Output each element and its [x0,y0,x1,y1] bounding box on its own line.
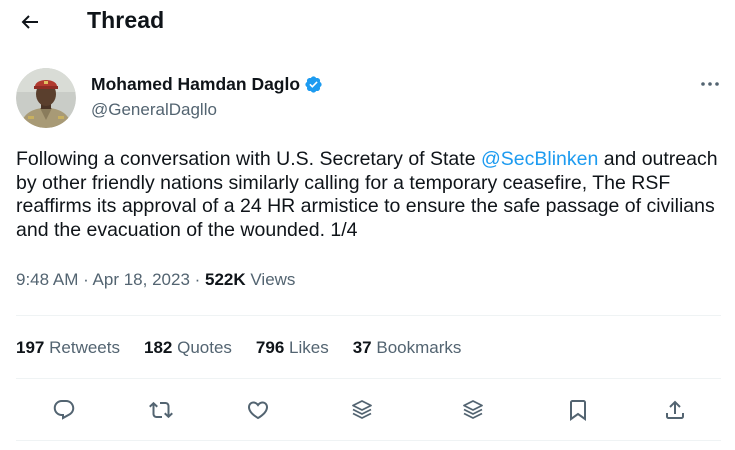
stat-label: Quotes [177,338,232,357]
stat-count: 182 [143,338,173,357]
bookmark-icon [570,400,586,421]
tweet-author: Mohamed Hamdan Daglo @GeneralDagllo [16,68,721,130]
layers-button[interactable] [346,394,378,426]
tweet-text-before: Following a conversation with U.S. Secre… [16,148,481,170]
page-title: Thread [87,7,165,33]
divider [16,315,721,316]
views-count: 522K [205,270,246,289]
bookmark-button[interactable] [562,394,594,426]
mention-link[interactable]: @SecBlinken [481,148,598,170]
reply-button[interactable] [48,394,80,426]
stat-count: 37 [352,338,372,357]
meta-separator: · [189,270,206,289]
stat-count: 796 [255,338,285,357]
heart-icon [247,401,269,420]
divider [16,440,721,441]
retweet-button[interactable] [145,394,177,426]
stat-label: Retweets [49,338,120,357]
avatar[interactable] [16,68,76,128]
like-button[interactable] [242,394,274,426]
share-icon [666,400,684,419]
tweet-stats: 197 Retweets 182 Quotes 796 Likes 37 Boo… [16,338,485,358]
views-label: Views [245,270,296,289]
share-button[interactable] [659,394,691,426]
quotes-stat[interactable]: 182 Quotes [144,338,232,358]
tweet-meta: 9:48 AM · Apr 18, 2023 · 522K Views [16,270,295,290]
tweet-time[interactable]: 9:48 AM [16,270,78,289]
meta-separator: · [78,270,93,289]
thread-header: Thread [0,0,735,44]
stat-label: Bookmarks [376,338,462,357]
arrow-left-icon [21,15,38,29]
stat-label: Likes [289,338,329,357]
reply-icon [53,400,75,420]
author-handle[interactable]: @GeneralDagllo [91,100,217,120]
tweet-date[interactable]: Apr 18, 2023 [93,270,190,289]
tweet-text: Following a conversation with U.S. Secre… [16,148,721,242]
more-horizontal-icon [701,82,719,86]
more-button[interactable] [696,72,724,96]
layers-icon [463,400,483,419]
layers-button[interactable] [457,394,489,426]
bookmarks-stat[interactable]: 37 Bookmarks [353,338,462,358]
author-name-row: Mohamed Hamdan Daglo [91,74,323,95]
layers-icon [352,400,372,419]
stat-count: 197 [16,338,45,357]
tweet-actions [0,394,735,426]
author-name[interactable]: Mohamed Hamdan Daglo [91,74,300,95]
divider [16,378,721,379]
retweet-icon [149,401,173,419]
likes-stat[interactable]: 796 Likes [256,338,329,358]
retweets-stat[interactable]: 197 Retweets [16,338,120,358]
verified-badge-icon [305,76,322,93]
back-button[interactable] [14,6,46,38]
